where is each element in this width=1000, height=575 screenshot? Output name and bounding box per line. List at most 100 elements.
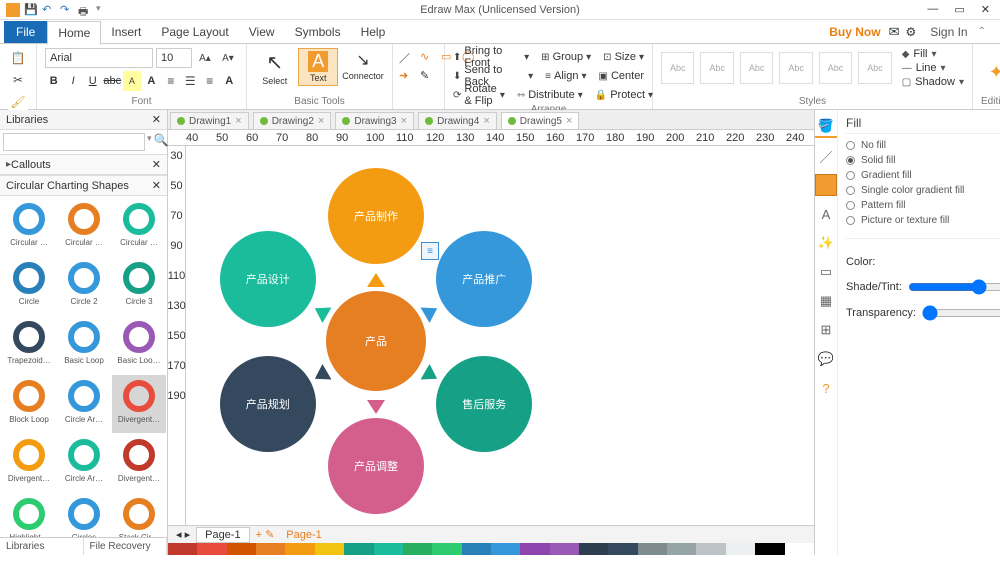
shape-stencil[interactable]: Circular …	[2, 198, 56, 256]
tab-insert[interactable]: Insert	[101, 21, 151, 43]
palette-color[interactable]	[315, 543, 344, 555]
shape-stencil[interactable]: Basic Loop	[57, 316, 111, 374]
ribbon-collapse-icon[interactable]: ⌃	[978, 26, 986, 37]
line-shape-icon[interactable]: ／	[399, 50, 417, 66]
panel-close-icon[interactable]: ✕	[152, 113, 161, 126]
effects-icon[interactable]: ✨	[815, 232, 837, 254]
shape-stencil[interactable]: Trapezoid…	[2, 316, 56, 374]
style-preset[interactable]: Abc	[700, 52, 733, 84]
align-button[interactable]: ≡ Align ▾	[545, 67, 586, 85]
fill-color-swatch[interactable]	[815, 174, 837, 196]
circular-section[interactable]: Circular Charting Shapes✕	[0, 175, 167, 196]
page-tab[interactable]: Page-1	[196, 527, 249, 543]
add-page-icon[interactable]: + ✎	[256, 528, 275, 541]
canvas[interactable]: ≡ 产品产品制作产品推广售后服务产品调整产品规划产品设计	[186, 146, 814, 525]
line-dropdown[interactable]: — Line ▾	[902, 62, 964, 74]
palette-color[interactable]	[726, 543, 755, 555]
connector-tool[interactable]: ↘Connector	[342, 48, 384, 83]
bold-button[interactable]: B	[45, 71, 62, 91]
callouts-section[interactable]: ▸ Callouts✕	[0, 154, 167, 175]
fill-dropdown[interactable]: ◆ Fill ▾	[902, 48, 964, 60]
doc-tab[interactable]: Drawing2 ×	[253, 112, 332, 129]
font-color-button[interactable]: A	[143, 71, 160, 91]
style-preset[interactable]: Abc	[858, 52, 891, 84]
palette-color[interactable]	[403, 543, 432, 555]
shape-stencil[interactable]: Circle Ar…	[57, 434, 111, 492]
tab-libraries[interactable]: Libraries	[0, 538, 84, 555]
close-button[interactable]: ✕	[981, 3, 990, 16]
palette-color[interactable]	[579, 543, 608, 555]
page-nav-icon[interactable]: ◂ ▸	[176, 528, 190, 541]
distribute-button[interactable]: ⇿ Distribute ▾	[517, 86, 583, 104]
palette-color[interactable]	[638, 543, 667, 555]
group-button[interactable]: ⊞ Group ▾	[541, 48, 591, 66]
palette-color[interactable]	[227, 543, 256, 555]
style-preset[interactable]: Abc	[779, 52, 812, 84]
font-size-combo[interactable]: 10	[156, 48, 192, 68]
curve-shape-icon[interactable]: ∿	[420, 50, 438, 66]
diagram-center-node[interactable]: 产品	[326, 291, 426, 391]
qat-more-icon[interactable]: ▾	[96, 3, 110, 17]
minimize-button[interactable]: —	[927, 3, 938, 16]
pencil-icon[interactable]: ✎	[420, 69, 438, 82]
doc-tab[interactable]: Drawing1 ×	[170, 112, 249, 129]
doc-tab[interactable]: Drawing3 ×	[335, 112, 414, 129]
palette-color[interactable]	[344, 543, 373, 555]
palette-color[interactable]	[432, 543, 461, 555]
fill-option[interactable]: Single color gradient fill	[846, 183, 1000, 198]
strike-button[interactable]: abc	[103, 71, 121, 91]
comment-icon[interactable]: 💬	[815, 348, 837, 370]
fill-bucket-icon[interactable]: 🪣	[815, 116, 837, 138]
underline-button[interactable]: U	[84, 71, 101, 91]
style-preset[interactable]: Abc	[740, 52, 773, 84]
tab-symbols[interactable]: Symbols	[285, 21, 351, 43]
palette-color[interactable]	[608, 543, 637, 555]
select-tool[interactable]: ↖Select	[255, 48, 294, 88]
grow-font-icon[interactable]: A▴	[195, 48, 215, 68]
shape-stencil[interactable]: Circle 2	[57, 257, 111, 315]
tab-home[interactable]: Home	[47, 21, 101, 45]
size-button[interactable]: ⊡ Size ▾	[603, 48, 644, 66]
layers-icon[interactable]: ▦	[815, 290, 837, 312]
highlight-button[interactable]: A	[123, 71, 140, 91]
cut-icon[interactable]: ✂	[8, 70, 28, 90]
align-text-button[interactable]: ≡	[201, 71, 218, 91]
doc-tab[interactable]: Drawing4 ×	[418, 112, 497, 129]
save-icon[interactable]: 💾	[24, 3, 38, 17]
diagram-node[interactable]: 产品推广	[436, 231, 532, 327]
shape-stencil[interactable]: Stack Cir…	[112, 493, 166, 537]
tab-help[interactable]: Help	[351, 21, 396, 43]
shape-stencil[interactable]: Highlight…	[2, 493, 56, 537]
shape-stencil[interactable]: Divergent…	[112, 434, 166, 492]
shade-slider[interactable]	[908, 279, 1000, 295]
style-preset[interactable]: Abc	[661, 52, 694, 84]
palette-color[interactable]	[197, 543, 226, 555]
search-dropdown-icon[interactable]: ▾	[147, 133, 152, 151]
doc-tab[interactable]: Drawing5 ×	[501, 112, 580, 129]
diagram-node[interactable]: 产品调整	[328, 418, 424, 514]
palette-color[interactable]	[520, 543, 549, 555]
print-icon[interactable]: 🖶	[78, 3, 92, 17]
diagram-node[interactable]: 产品设计	[220, 231, 316, 327]
palette-color[interactable]	[256, 543, 285, 555]
palette-color[interactable]	[696, 543, 725, 555]
format-painter-icon[interactable]: 🖌	[8, 92, 28, 112]
palette-color[interactable]	[667, 543, 696, 555]
transparency-slider[interactable]	[922, 305, 1000, 321]
palette-color[interactable]	[550, 543, 579, 555]
find-icon[interactable]: ✦	[989, 62, 1000, 83]
tab-page-layout[interactable]: Page Layout	[151, 21, 238, 43]
shape-stencil[interactable]: Divergent…	[112, 375, 166, 433]
color-palette-row[interactable]	[168, 543, 814, 555]
palette-color[interactable]	[491, 543, 520, 555]
line-tool-icon[interactable]: ／	[815, 145, 837, 167]
props-icon[interactable]: ⊞	[815, 319, 837, 341]
library-search-input[interactable]	[3, 133, 145, 151]
fill-option[interactable]: No fill	[846, 138, 1000, 153]
share-icon[interactable]: ✉	[889, 24, 900, 40]
italic-button[interactable]: I	[64, 71, 81, 91]
center-button[interactable]: ▣ Center	[599, 67, 644, 85]
font-family-combo[interactable]: Arial	[45, 48, 153, 68]
shape-stencil[interactable]: Circle 3	[112, 257, 166, 315]
text-panel-icon[interactable]: A	[815, 203, 837, 225]
